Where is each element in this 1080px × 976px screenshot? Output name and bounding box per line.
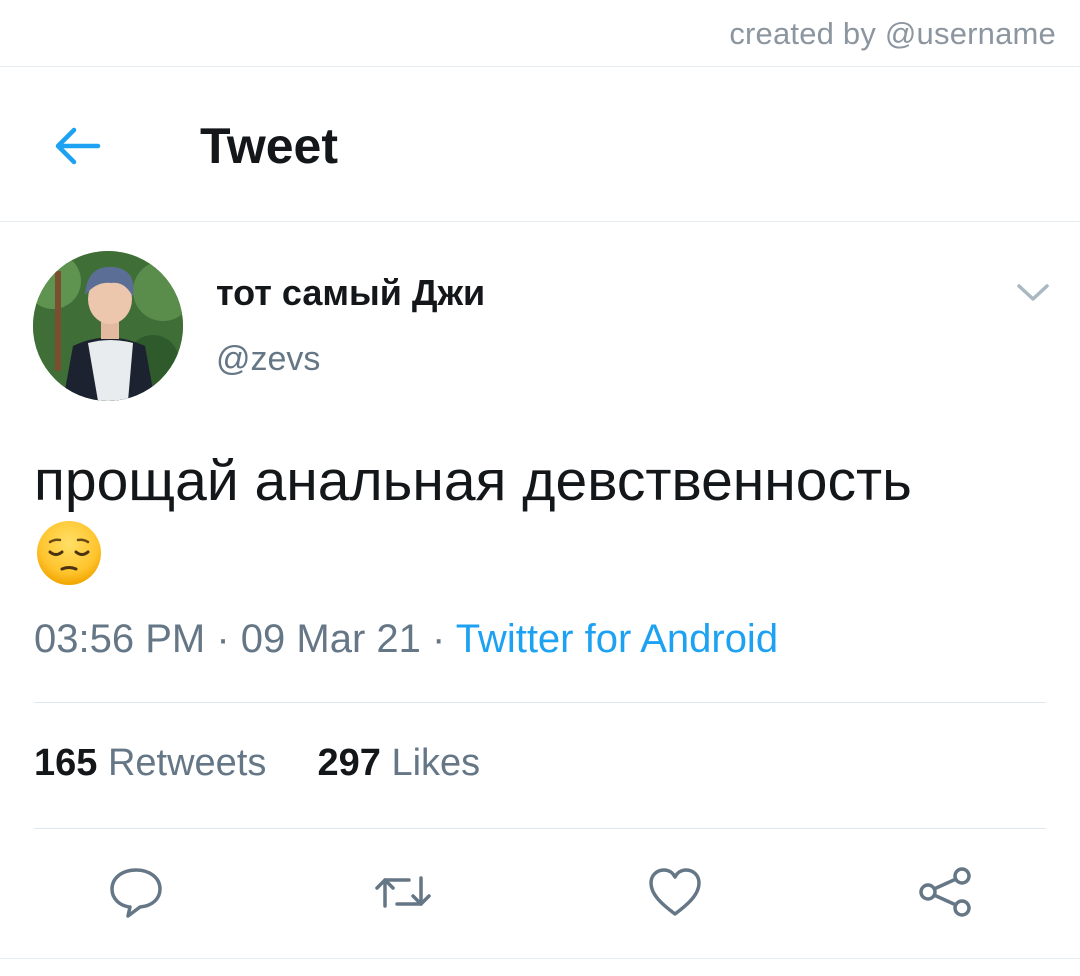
more-options-button[interactable] [1013,278,1053,306]
tweet-stats: 165 Retweets 297 Likes [34,742,480,785]
reply-button[interactable] [106,862,166,922]
retweet-button[interactable] [373,862,433,922]
retweets-count: 165 [34,742,98,784]
divider [34,828,1046,829]
tweet-meta: 03:56 PM · 09 Mar 21 · Twitter for Andro… [34,617,778,662]
tweet-date: 09 Mar 21 [240,617,421,661]
share-button[interactable] [915,862,975,922]
retweets-stat[interactable]: 165 Retweets [34,742,266,784]
likes-label: Likes [391,742,481,784]
bottom-divider [0,958,1080,959]
tweet-source-link[interactable]: Twitter for Android [456,617,778,661]
likes-stat[interactable]: 297 Likes [318,742,481,784]
likes-count: 297 [317,742,381,784]
arrow-left-icon [55,127,101,165]
tweet-header: Tweet [0,67,1080,221]
author-name[interactable]: тот самый Джи [216,272,485,314]
tweet-body: прощай анальная девственность [34,449,912,513]
avatar-image [33,251,183,401]
header-divider [0,221,1080,222]
reply-icon [110,868,162,918]
watermark: created by @username [729,16,1056,51]
back-button[interactable] [48,121,106,171]
chevron-down-icon [1017,284,1049,301]
divider [34,702,1046,703]
meta-separator: · [205,617,241,661]
like-button[interactable] [645,862,705,922]
tweet-text: прощай анальная девственность [34,448,1044,588]
avatar[interactable] [33,251,183,401]
retweet-icon [375,876,431,908]
tweet-time: 03:56 PM [34,617,206,661]
heart-icon [649,868,701,916]
page-title: Tweet [200,118,338,174]
meta-separator: · [420,617,456,661]
pensive-face-emoji [37,521,101,585]
author-handle[interactable]: @zevs [216,340,320,379]
retweets-label: Retweets [107,742,267,784]
share-icon [919,867,971,917]
